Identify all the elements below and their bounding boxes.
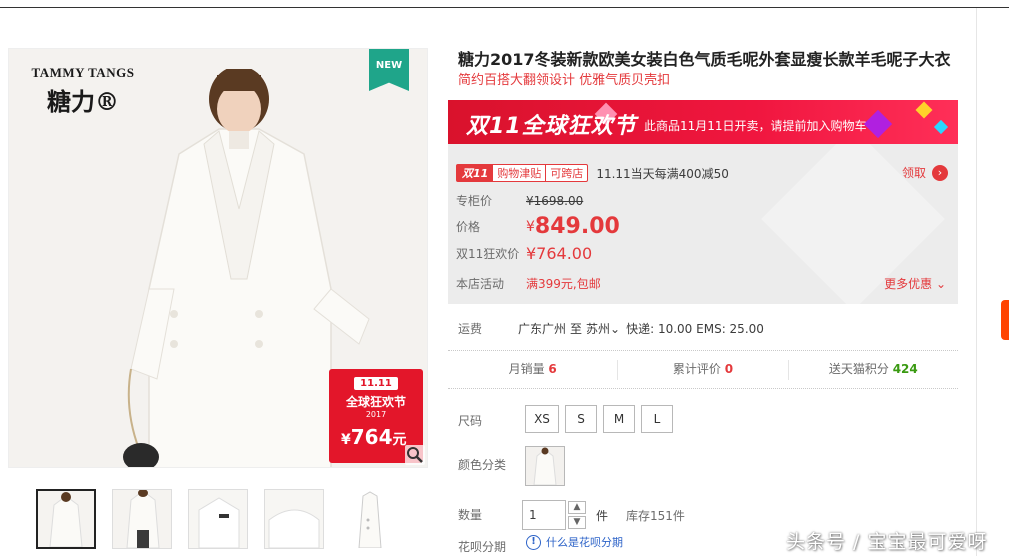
shipping-rates: 快递: 10.00 EMS: 25.00	[626, 322, 764, 336]
size-option-xs[interactable]: XS	[525, 405, 559, 433]
price-panel: 双11 购物津贴 可跨店 11.11当天每满400减50 领取 › 专柜价 ¥1…	[448, 144, 958, 304]
brand-logo: TAMMY TANGS 糖力®	[23, 65, 143, 117]
shopping-allowance-badge[interactable]: 双11 购物津贴 可跨店	[456, 164, 589, 182]
promo-date: 11.11	[354, 377, 398, 390]
right-divider	[976, 8, 977, 556]
counter-price-row: 专柜价 ¥1698.00	[456, 192, 583, 209]
thumbnail-strip	[36, 489, 400, 549]
thumbnail-1[interactable]	[36, 489, 96, 549]
points-label: 送天猫积分	[828, 362, 889, 376]
coupon-row: 双11 购物津贴 可跨店 11.11当天每满400减50	[456, 164, 729, 182]
banner-text: 此商品11月11日开卖，请提前加入购物车	[644, 119, 867, 133]
main-product-image[interactable]: TAMMY TANGS 糖力® NEW 11.11 全球狂欢节 2017 ¥76…	[8, 48, 428, 468]
promo-name: 全球狂欢节	[345, 395, 406, 409]
increment-button[interactable]: ▲	[568, 501, 586, 514]
brand-name-en: TAMMY TANGS	[31, 65, 135, 80]
brand-name-cn: 糖力®	[47, 87, 119, 116]
tmall-points: 送天猫积分 424	[789, 360, 958, 380]
thumbnail-2[interactable]	[112, 489, 172, 549]
more-offers-link[interactable]: 更多优惠 ⌄	[884, 275, 946, 292]
promo-currency: ¥	[341, 432, 351, 448]
thumbnail-5[interactable]	[340, 489, 400, 549]
monthly-sales-value: 6	[548, 362, 557, 376]
festival-price: ¥764.00	[526, 244, 593, 263]
current-price: 849.00	[534, 214, 620, 239]
color-label: 颜色分类	[458, 458, 507, 472]
get-coupon-label: 领取	[901, 166, 926, 180]
points-value: 424	[892, 362, 918, 376]
shipping-destination: 苏州	[586, 322, 611, 336]
chevron-down-icon: ⌄	[610, 322, 621, 336]
reviews-label: 累计评价	[672, 362, 721, 376]
counter-price: ¥1698.00	[526, 193, 584, 208]
banner-decoration	[933, 119, 949, 135]
promo-price-value: 764	[350, 425, 393, 449]
info-icon: !	[526, 534, 541, 550]
stats-bar: 月销量 6 累计评价 0 送天猫积分 424	[448, 360, 958, 380]
coupon-tag: 可跨店	[550, 167, 584, 180]
shop-activity-label: 本店活动	[456, 277, 505, 291]
divider	[448, 388, 958, 389]
side-tab[interactable]	[1001, 300, 1009, 340]
price-row: 价格 ¥ 849.00	[456, 214, 620, 239]
chevron-right-icon: ›	[932, 164, 948, 181]
decrement-button[interactable]: ▼	[568, 516, 586, 529]
reviews-value: 0	[724, 362, 734, 376]
double11-logo: 双11全球狂欢节	[466, 114, 637, 139]
chevron-down-icon: ⌄	[935, 277, 946, 291]
size-options: XS S M L	[525, 405, 673, 433]
color-option-white[interactable]	[525, 446, 565, 486]
size-option-m[interactable]: M	[603, 405, 635, 433]
shipping-label: 运费	[458, 322, 483, 336]
counter-price-label: 专柜价	[456, 194, 493, 208]
huabei-help-text: 什么是花呗分期	[546, 536, 623, 549]
monthly-sales-label: 月销量	[508, 362, 545, 376]
festival-price-row: 双11狂欢价 ¥764.00	[456, 244, 592, 263]
huabei-label: 花呗分期	[458, 540, 507, 554]
zoom-icon[interactable]	[405, 445, 425, 465]
watermark: 头条号 / 宝宝最可爱呀	[786, 531, 988, 553]
top-divider	[0, 0, 1009, 8]
thumbnail-4[interactable]	[264, 489, 324, 549]
more-offers-label: 更多优惠	[884, 277, 933, 291]
shipping-row: 运费 广东广州 至 苏州⌄ 快递: 10.00 EMS: 25.00	[458, 320, 764, 337]
product-subtitle: 简约百搭大翻领设计 优雅气质贝壳扣	[458, 73, 671, 88]
price-currency: ¥	[526, 218, 535, 235]
coupon-name: 购物津贴	[493, 165, 547, 181]
shop-activity-row: 本店活动 满399元,包邮	[456, 275, 601, 292]
quantity-stepper: 1 ▲ ▼ 件 库存151件	[522, 500, 685, 530]
shipping-destination-select[interactable]: 苏州⌄	[586, 320, 620, 337]
quantity-buttons: ▲ ▼	[568, 501, 586, 529]
huabei-help-link[interactable]: ! 什么是花呗分期	[526, 534, 623, 550]
size-label: 尺码	[458, 414, 483, 428]
thumbnail-3[interactable]	[188, 489, 248, 549]
coupon-text: 11.11当天每满400减50	[596, 166, 729, 181]
stock-count: 库存151件	[626, 508, 685, 523]
total-reviews[interactable]: 累计评价 0	[618, 360, 789, 380]
size-option-l[interactable]: L	[641, 405, 673, 433]
price-label: 价格	[456, 220, 481, 234]
festival-price-label: 双11狂欢价	[456, 247, 520, 261]
monthly-sales: 月销量 6	[448, 360, 619, 380]
double11-banner[interactable]: 双11全球狂欢节 此商品11月11日开卖，请提前加入购物车	[448, 100, 958, 144]
quantity-input[interactable]: 1	[522, 500, 566, 530]
promo-year: 2017	[365, 410, 387, 419]
shipping-from: 广东广州	[518, 322, 567, 336]
divider	[448, 350, 958, 351]
quantity-unit: 件	[596, 508, 609, 523]
product-title: 糖力2017冬装新款欧美女装白色气质毛呢外套显瘦长款羊毛呢子大衣	[458, 50, 951, 69]
quantity-label: 数量	[458, 508, 483, 522]
shop-activity-value: 满399元,包邮	[526, 277, 601, 291]
shipping-to-word: 至	[570, 322, 583, 336]
banner-decoration	[863, 109, 893, 139]
coupon-badge: 双11	[457, 165, 494, 181]
size-option-s[interactable]: S	[565, 405, 597, 433]
get-coupon-button[interactable]: 领取 ›	[902, 164, 948, 181]
banner-decoration	[915, 101, 933, 119]
